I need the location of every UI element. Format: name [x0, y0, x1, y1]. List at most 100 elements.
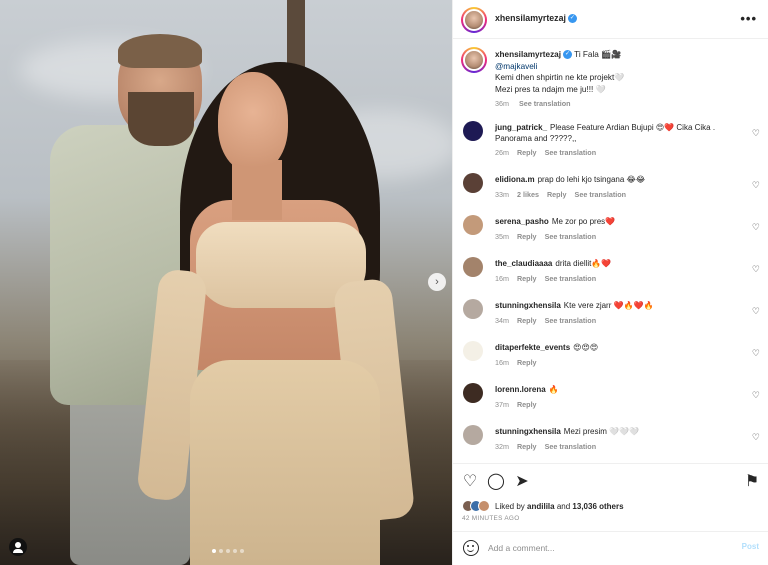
comment-see-translation[interactable]: See translation: [545, 316, 597, 325]
comment-row: stunningxhensila Kte vere zjarr ❤️🔥❤️🔥 34m…: [453, 296, 768, 338]
comment-text: stunningxhensila Mezi presim 🤍🤍🤍: [495, 426, 741, 437]
author-username[interactable]: xhensilamyrtezaj ✓: [495, 13, 577, 24]
liked-by-user[interactable]: andilila: [527, 502, 555, 511]
liker-avatars: [462, 500, 490, 512]
commenter-avatar[interactable]: [463, 215, 483, 235]
next-slide-button[interactable]: ›: [428, 273, 446, 291]
comment-row: serena_pasho Me zor po pres❤️ 35m Reply See …: [453, 212, 768, 254]
comment-text: jung_patrick_ Please Feature Ardian Bujup…: [495, 122, 741, 144]
post-media[interactable]: ›: [0, 0, 452, 565]
caption-mention[interactable]: @majkaveli: [495, 61, 755, 73]
comment-reply-button[interactable]: Reply: [547, 190, 567, 199]
comments-list[interactable]: xhensilamyrtezaj ✓ Ti Fala 🎬🎥 @majkaveli …: [453, 40, 768, 462]
save-bookmark-icon[interactable]: ⚑: [743, 473, 761, 491]
share-send-icon[interactable]: ➤: [513, 473, 531, 491]
commenter-username[interactable]: serena_pasho: [495, 217, 549, 226]
comment-reply-button[interactable]: Reply: [517, 400, 537, 409]
commenter-username[interactable]: the_claudiaaaa: [495, 259, 552, 268]
carousel-dot: [240, 549, 244, 553]
comment-like-heart-icon[interactable]: ♡: [752, 222, 760, 233]
comment-row: lorenn.lorena 🔥 37m Reply ♡: [453, 380, 768, 422]
liker-avatar[interactable]: [478, 500, 490, 512]
commenter-avatar[interactable]: [463, 173, 483, 193]
caption-see-translation[interactable]: See translation: [519, 99, 571, 108]
add-comment-input[interactable]: [488, 541, 728, 555]
author-username-text[interactable]: xhensilamyrtezaj: [495, 13, 566, 23]
post-sidebar: xhensilamyrtezaj ✓ ••• xhensilamyrtezaj ✓ …: [452, 0, 768, 565]
comment-likes[interactable]: 2 likes: [517, 190, 539, 199]
caption-avatar[interactable]: [461, 47, 487, 73]
comment-row: ditaperfekte_events 😍😍😍 16m Reply ♡: [453, 338, 768, 380]
comment-meta: 32m Reply See translation: [495, 442, 604, 451]
comment-reply-button[interactable]: Reply: [517, 316, 537, 325]
comment-time: 34m: [495, 316, 509, 325]
tagged-users-icon[interactable]: [9, 538, 27, 556]
comment-see-translation[interactable]: See translation: [545, 232, 597, 241]
comment-text: elidiona.m prap do lehi kjo tsingana 😂😂: [495, 174, 741, 185]
comment-row: the_claudiaaaa drita diellit🔥❤️ 16m Reply Se…: [453, 254, 768, 296]
comment-like-heart-icon[interactable]: ♡: [752, 264, 760, 275]
comment-text: the_claudiaaaa drita diellit🔥❤️: [495, 258, 741, 269]
man-hair: [118, 34, 202, 68]
commenter-avatar[interactable]: [463, 121, 483, 141]
comment-body: drita diellit🔥❤️: [555, 259, 612, 268]
caption-meta: 36m See translation: [495, 98, 755, 110]
emoji-picker-icon[interactable]: [463, 540, 479, 556]
comment-reply-button[interactable]: Reply: [517, 358, 537, 367]
comment-reply-button[interactable]: Reply: [517, 274, 537, 283]
comment-time: 16m: [495, 358, 509, 367]
comment-reply-button[interactable]: Reply: [517, 442, 537, 451]
commenter-username[interactable]: ditaperfekte_events: [495, 343, 570, 352]
commenter-username[interactable]: stunningxhensila: [495, 427, 561, 436]
comment-like-heart-icon[interactable]: ♡: [752, 390, 760, 401]
comment-row: jung_patrick_ Please Feature Ardian Bujup…: [453, 118, 768, 160]
comment-text: lorenn.lorena 🔥: [495, 384, 741, 395]
comment-time: 32m: [495, 442, 509, 451]
caption-time: 36m: [495, 99, 509, 108]
man-beard: [128, 92, 194, 146]
comment-see-translation[interactable]: See translation: [545, 274, 597, 283]
comment-reply-button[interactable]: Reply: [517, 148, 537, 157]
like-heart-icon[interactable]: ♡: [461, 473, 479, 491]
commenter-avatar[interactable]: [463, 257, 483, 277]
comment-meta: 35m Reply See translation: [495, 232, 604, 241]
comment-text: stunningxhensila Kte vere zjarr ❤️🔥❤️🔥: [495, 300, 741, 311]
comment-body: prap do lehi kjo tsingana 😂😂: [537, 175, 646, 184]
caption-username[interactable]: xhensilamyrtezaj: [495, 50, 561, 59]
commenter-username[interactable]: lorenn.lorena: [495, 385, 546, 394]
comment-meta: 26m Reply See translation: [495, 148, 604, 157]
comment-time: 37m: [495, 400, 509, 409]
comment-like-heart-icon[interactable]: ♡: [752, 432, 760, 443]
comment-see-translation[interactable]: See translation: [575, 190, 627, 199]
commenter-username[interactable]: jung_patrick_: [495, 123, 547, 132]
caption-line-3: Mezi pres ta ndajm me ju!!! 🤍: [495, 84, 606, 94]
post-comment-button[interactable]: Post: [742, 542, 759, 551]
liked-by-others[interactable]: 13,036 others: [572, 502, 623, 511]
commenter-username[interactable]: elidiona.m: [495, 175, 535, 184]
caption-text: xhensilamyrtezaj ✓ Ti Fala 🎬🎥 @majkaveli …: [495, 49, 755, 110]
commenter-avatar[interactable]: [463, 341, 483, 361]
comment-like-heart-icon[interactable]: ♡: [752, 306, 760, 317]
liked-by-and: and: [556, 501, 571, 511]
more-options-icon[interactable]: •••: [740, 11, 757, 26]
commenter-avatar[interactable]: [463, 425, 483, 445]
comment-body: 😍😍😍: [573, 343, 599, 352]
post-time-ago: 42 MINUTES AGO: [462, 515, 520, 522]
comment-row: stunningxhensila Mezi presim 🤍🤍🤍 32m Reply S…: [453, 422, 768, 462]
comment-reply-button[interactable]: Reply: [517, 232, 537, 241]
comment-see-translation[interactable]: See translation: [545, 148, 597, 157]
comment-like-heart-icon[interactable]: ♡: [752, 348, 760, 359]
carousel-dot: [212, 549, 216, 553]
commenter-avatar[interactable]: [463, 383, 483, 403]
verified-badge-icon: ✓: [563, 50, 572, 60]
comment-like-heart-icon[interactable]: ♡: [752, 180, 760, 191]
comment-see-translation[interactable]: See translation: [545, 442, 597, 451]
likes-summary[interactable]: Liked by andilila and 13,036 others: [462, 500, 624, 512]
commenter-username[interactable]: stunningxhensila: [495, 301, 561, 310]
comment-like-heart-icon[interactable]: ♡: [752, 128, 760, 139]
commenter-avatar[interactable]: [463, 299, 483, 319]
likes-text: Liked by andilila and 13,036 others: [495, 502, 624, 511]
comment-icon[interactable]: ◯: [487, 473, 505, 491]
comment-row: elidiona.m prap do lehi kjo tsingana 😂😂 33…: [453, 170, 768, 212]
author-avatar[interactable]: [461, 7, 487, 33]
